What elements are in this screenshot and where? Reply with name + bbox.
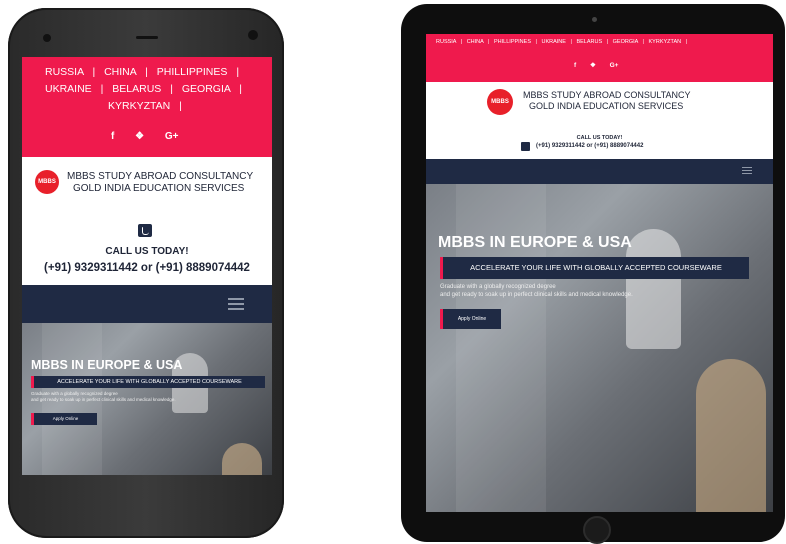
nav-link-belarus[interactable]: BELARUS [112,83,161,95]
tablet-twitter-icon[interactable]: ❖ [590,62,596,69]
hero-description: Graduate with a globally recognized degr… [31,391,176,402]
phone-logo-text: MBBS STUDY ABROAD CONSULTANCY GOLD INDIA… [67,171,253,195]
phone-sensor [43,34,51,42]
tablet-google-plus-icon[interactable]: G+ [610,62,619,69]
tablet-nav-link-philippines[interactable]: PHILLIPPINES [494,39,531,45]
twitter-icon[interactable]: ❖ [135,131,144,142]
nav-link-georgia[interactable]: GEORGIA [182,83,230,95]
tablet-facebook-icon[interactable]: f [574,62,576,69]
hero-student-figure [222,443,262,475]
logo-line-2: GOLD INDIA EDUCATION SERVICES [73,183,245,194]
tablet-logo-line-2: GOLD INDIA EDUCATION SERVICES [529,101,684,111]
tablet-contact-phone-numbers[interactable]: (+91) 9329311442 or (+91) 8889074442 [536,143,643,149]
tablet-apply-online-button[interactable]: Apply Online [440,309,501,329]
tablet-hero-banner: ACCELERATE YOUR LIFE WITH GLOBALLY ACCEP… [440,257,749,279]
tablet-hero-student-figure [696,359,766,512]
tablet-logo-text: MBBS STUDY ABROAD CONSULTANCY GOLD INDIA… [523,90,691,112]
nav-link-philippines[interactable]: PHILLIPPINES [157,66,228,78]
phone-camera [248,30,258,40]
call-us-label: CALL US TODAY! [105,246,189,257]
phone-logo-badge[interactable]: MBBS [35,170,59,194]
nav-link-kyrkyztan[interactable]: KYRKYZTAN [108,100,170,112]
tablet-nav-link-belarus[interactable]: BELARUS [576,39,602,45]
phone-icon [138,224,152,237]
logo-line-1: MBBS STUDY ABROAD CONSULTANCY [67,171,254,182]
tablet-nav-link-kyrkyztan[interactable]: KYRKYZTAN [649,39,682,45]
hamburger-menu-icon[interactable] [228,298,244,313]
nav-link-china[interactable]: CHINA [104,66,136,78]
tablet-hero: MBBS IN EUROPE & USA ACCELERATE YOUR LIF… [426,184,773,512]
tablet-logo-line-1: MBBS STUDY ABROAD CONSULTANCY [523,90,691,100]
tablet-hero-title: MBBS IN EUROPE & USA [438,234,632,251]
tablet-phone-icon [521,142,530,151]
contact-phone-numbers[interactable]: (+91) 9329311442 or (+91) 8889074442 [22,262,272,274]
phone-hero: MBBS IN EUROPE & USA ACCELERATE YOUR LIF… [22,323,272,475]
tablet-camera [592,17,597,22]
google-plus-icon[interactable]: G+ [165,131,179,142]
tablet-menu-bar [426,159,773,184]
apply-online-button[interactable]: Apply Online [31,413,97,425]
tablet-nav-link-georgia[interactable]: GEORGIA [613,39,638,45]
facebook-icon[interactable]: f [111,131,114,142]
tablet-home-button [583,516,611,544]
tablet-call-us-label: CALL US TODAY! [576,135,623,141]
phone-menu-bar [22,285,272,323]
tablet-logo-badge[interactable]: MBBS [487,89,513,115]
tablet-hero-description: Graduate with a globally recognized degr… [440,284,633,298]
nav-link-russia[interactable]: RUSSIA [45,66,84,78]
tablet-nav-link-russia[interactable]: RUSSIA [436,39,456,45]
tablet-hamburger-menu-icon[interactable] [742,167,752,176]
hero-title: MBBS IN EUROPE & USA [31,358,183,372]
phone-screen: RUSSIA | CHINA | PHILLIPPINES | UKRAINE … [22,57,272,475]
nav-link-ukraine[interactable]: UKRAINE [45,83,92,95]
tablet-nav-link-china[interactable]: CHINA [467,39,484,45]
tablet-nav-link-ukraine[interactable]: UKRAINE [542,39,566,45]
tablet-topbar: RUSSIA | CHINA | PHILLIPPINES | UKRAINE … [426,34,773,82]
phone-topbar: RUSSIA | CHINA | PHILLIPPINES | UKRAINE … [22,57,272,157]
tablet-hero-doctor-figure [626,229,681,349]
phone-earpiece [136,36,158,39]
tablet-screen: RUSSIA | CHINA | PHILLIPPINES | UKRAINE … [426,34,773,512]
hero-banner: ACCELERATE YOUR LIFE WITH GLOBALLY ACCEP… [31,376,265,388]
